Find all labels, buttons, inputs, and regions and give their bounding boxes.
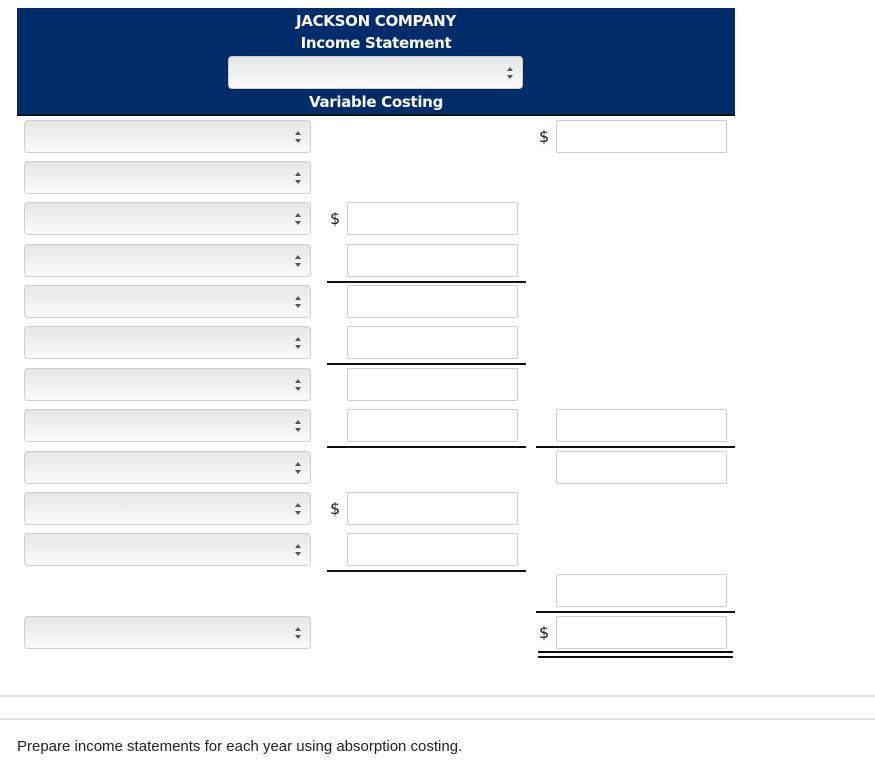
select-arrows-icon <box>507 66 514 79</box>
subtotal-rule <box>536 446 735 448</box>
divider <box>0 695 875 697</box>
select-arrows-icon <box>295 212 302 225</box>
company-name: JACKSON COMPANY <box>296 12 456 30</box>
line-item-select[interactable] <box>24 616 311 649</box>
amount-input-middle[interactable] <box>347 326 518 359</box>
amount-input-right[interactable] <box>556 409 727 442</box>
line-item-select[interactable] <box>24 202 311 235</box>
line-item-select[interactable] <box>24 120 311 153</box>
dollar-sign: $ <box>330 499 341 518</box>
select-arrows-icon <box>295 295 302 308</box>
select-arrows-icon <box>295 626 302 639</box>
amount-input-right[interactable] <box>556 120 727 153</box>
line-item-select[interactable] <box>24 368 311 401</box>
amount-input-middle[interactable] <box>347 368 518 401</box>
subtotal-rule <box>327 570 526 572</box>
select-arrows-icon <box>295 130 302 143</box>
line-item-select[interactable] <box>24 285 311 318</box>
line-item-select[interactable] <box>24 326 311 359</box>
select-arrows-icon <box>295 171 302 184</box>
line-item-select[interactable] <box>24 492 311 525</box>
line-item-select[interactable] <box>24 533 311 566</box>
dollar-sign: $ <box>539 127 550 146</box>
divider <box>0 718 875 720</box>
instruction-text: Prepare income statements for each year … <box>17 738 463 755</box>
amount-input-right[interactable] <box>556 451 727 484</box>
amount-input-middle[interactable] <box>347 409 518 442</box>
amount-input-right[interactable] <box>556 574 727 607</box>
costing-method-title: Variable Costing <box>308 93 444 111</box>
subtotal-rule <box>327 446 526 448</box>
select-arrows-icon <box>295 378 302 391</box>
period-select[interactable] <box>228 56 523 89</box>
subtotal-rule <box>327 281 526 283</box>
amount-input-right[interactable] <box>556 616 727 649</box>
line-item-select[interactable] <box>24 244 311 277</box>
amount-input-middle[interactable] <box>347 533 518 566</box>
select-arrows-icon <box>295 254 302 267</box>
select-arrows-icon <box>295 336 302 349</box>
amount-input-middle[interactable] <box>347 285 518 318</box>
amount-input-middle[interactable] <box>347 202 518 235</box>
subtotal-rule <box>536 611 735 613</box>
amount-input-middle[interactable] <box>347 492 518 525</box>
subtotal-rule <box>327 363 526 365</box>
statement-header: JACKSON COMPANY Income Statement Variabl… <box>17 8 735 116</box>
select-arrows-icon <box>295 502 302 515</box>
line-item-select[interactable] <box>24 161 311 194</box>
line-item-select[interactable] <box>24 409 311 442</box>
dollar-sign: $ <box>330 209 341 228</box>
dollar-sign: $ <box>539 623 550 642</box>
select-arrows-icon <box>295 461 302 474</box>
select-arrows-icon <box>295 543 302 556</box>
select-arrows-icon <box>295 419 302 432</box>
amount-input-middle[interactable] <box>347 244 518 277</box>
total-double-rule <box>538 651 733 658</box>
line-item-select[interactable] <box>24 451 311 484</box>
statement-title: Income Statement <box>300 34 452 52</box>
